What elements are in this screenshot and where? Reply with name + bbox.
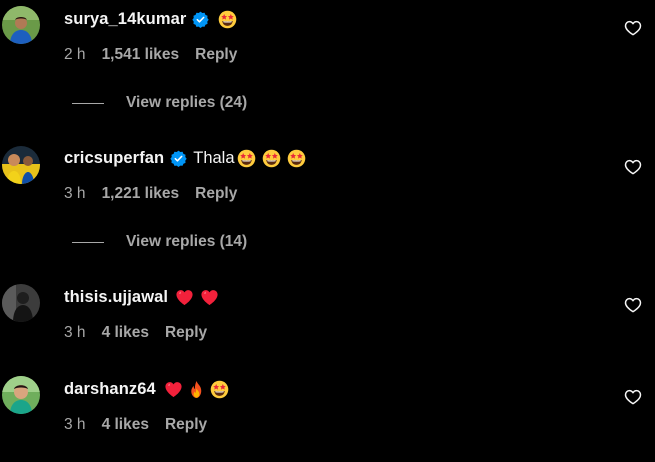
- avatar-image: [2, 146, 40, 184]
- star-struck-emoji: [287, 149, 306, 168]
- avatar[interactable]: [2, 6, 40, 44]
- reply-button[interactable]: Reply: [165, 324, 207, 342]
- reply-button[interactable]: Reply: [195, 46, 237, 64]
- star-struck-emoji: [210, 380, 229, 399]
- likes-count[interactable]: 4 likes: [102, 416, 149, 434]
- verified-badge-icon: [192, 11, 209, 28]
- fire-emoji: [187, 380, 206, 399]
- username[interactable]: surya_14kumar: [64, 10, 186, 29]
- replies-divider-line: [72, 102, 104, 104]
- reply-button[interactable]: Reply: [195, 185, 237, 203]
- star-struck-emoji: [237, 149, 256, 168]
- avatar[interactable]: [2, 284, 40, 322]
- comment-text: Thala: [193, 149, 235, 167]
- like-heart-icon[interactable]: [624, 388, 642, 406]
- star-struck-emoji: [218, 10, 237, 29]
- username[interactable]: cricsuperfan: [64, 149, 164, 168]
- like-heart-icon[interactable]: [624, 19, 642, 37]
- likes-count[interactable]: 1,221 likes: [102, 185, 180, 203]
- red-heart-emoji: [164, 380, 183, 399]
- likes-count[interactable]: 1,541 likes: [102, 46, 180, 64]
- red-heart-emoji: [175, 288, 194, 307]
- view-replies-button[interactable]: View replies (24): [72, 94, 247, 112]
- like-heart-icon[interactable]: [624, 158, 642, 176]
- avatar[interactable]: [2, 146, 40, 184]
- avatar-image: [2, 284, 40, 322]
- avatar-image: [2, 376, 40, 414]
- avatar-image: [2, 6, 40, 44]
- view-replies-button[interactable]: View replies (14): [72, 233, 247, 251]
- replies-divider-line: [72, 241, 104, 243]
- like-heart-icon[interactable]: [624, 296, 642, 314]
- verified-badge-icon: [170, 150, 187, 167]
- username[interactable]: darshanz64: [64, 380, 156, 399]
- comment-time: 3 h: [64, 416, 86, 433]
- view-replies-label: View replies (24): [126, 94, 248, 111]
- comment-time: 3 h: [64, 185, 86, 202]
- username[interactable]: thisis.ujjawal: [64, 288, 168, 307]
- reply-button[interactable]: Reply: [165, 416, 207, 434]
- comment-time: 2 h: [64, 46, 86, 63]
- view-replies-label: View replies (14): [126, 233, 248, 250]
- red-heart-emoji: [200, 288, 219, 307]
- star-struck-emoji: [262, 149, 281, 168]
- comment-time: 3 h: [64, 324, 86, 341]
- likes-count[interactable]: 4 likes: [102, 324, 149, 342]
- avatar[interactable]: [2, 376, 40, 414]
